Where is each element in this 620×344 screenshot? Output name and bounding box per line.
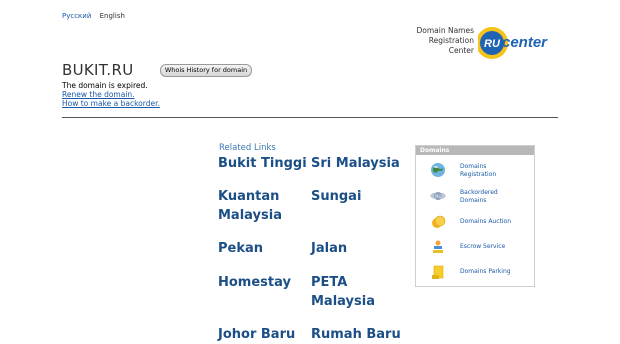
renew-domain-link[interactable]: Renew the domain. <box>62 90 160 99</box>
service-label: Escrow Service <box>460 243 506 250</box>
whois-history-button[interactable]: Whois History for domain <box>160 64 252 77</box>
svg-text:RU: RU <box>435 194 441 200</box>
domains-services-panel: Domains Domains Registration RU Backorde… <box>415 145 535 287</box>
globe-icon <box>431 163 445 177</box>
service-label: Domains Auction <box>460 218 512 225</box>
service-label: Domains Registration <box>460 163 497 178</box>
language-switcher: Русский English <box>62 12 131 20</box>
related-links-header: Related Links <box>219 143 276 153</box>
related-link[interactable]: Rumah Baru <box>311 325 401 344</box>
registrar-caption: Domain Names Registration Center <box>416 26 474 55</box>
coins-icon <box>432 215 446 228</box>
svg-text:RU: RU <box>484 38 501 50</box>
related-link[interactable]: Homestay <box>218 273 291 292</box>
related-link[interactable]: Jalan <box>311 239 347 258</box>
lang-russian-link[interactable]: Русский <box>62 12 91 20</box>
service-escrow[interactable]: Escrow Service <box>430 237 530 257</box>
service-domains-auction[interactable]: Domains Auction <box>430 212 530 232</box>
domain-info: The domain is expired. Renew the domain.… <box>62 81 160 108</box>
related-link[interactable]: Pekan <box>218 239 263 258</box>
header-divider <box>62 117 558 118</box>
service-label: Domains Parking <box>460 268 511 275</box>
parking-icon <box>432 265 444 279</box>
backorder-howto-link[interactable]: How to make a backorder. <box>62 99 160 108</box>
panel-header: Domains <box>416 146 534 155</box>
escrow-icon <box>433 240 443 253</box>
related-link[interactable]: Bukit Tinggi <box>218 154 307 173</box>
ru-center-logo[interactable]: RU center <box>478 25 558 61</box>
domain-name: BUKIT.RU <box>62 61 134 79</box>
ru-wings-icon: RU <box>430 192 446 200</box>
service-domains-parking[interactable]: Domains Parking <box>430 262 530 282</box>
related-link[interactable]: Kuantan Malaysia <box>218 187 298 225</box>
service-domains-registration[interactable]: Domains Registration <box>430 160 530 180</box>
lang-english-link[interactable]: English <box>100 12 125 20</box>
related-link[interactable]: Sri Malaysia <box>311 154 400 173</box>
related-link[interactable]: Sungai <box>311 187 361 206</box>
service-backordered-domains[interactable]: RU Backordered Domains <box>430 186 530 206</box>
domain-status: The domain is expired. <box>62 81 148 90</box>
service-label: Backordered Domains <box>460 189 498 204</box>
related-link[interactable]: PETA Malaysia <box>311 273 391 311</box>
related-link[interactable]: Johor Baru <box>218 325 295 344</box>
svg-text:center: center <box>502 34 548 51</box>
